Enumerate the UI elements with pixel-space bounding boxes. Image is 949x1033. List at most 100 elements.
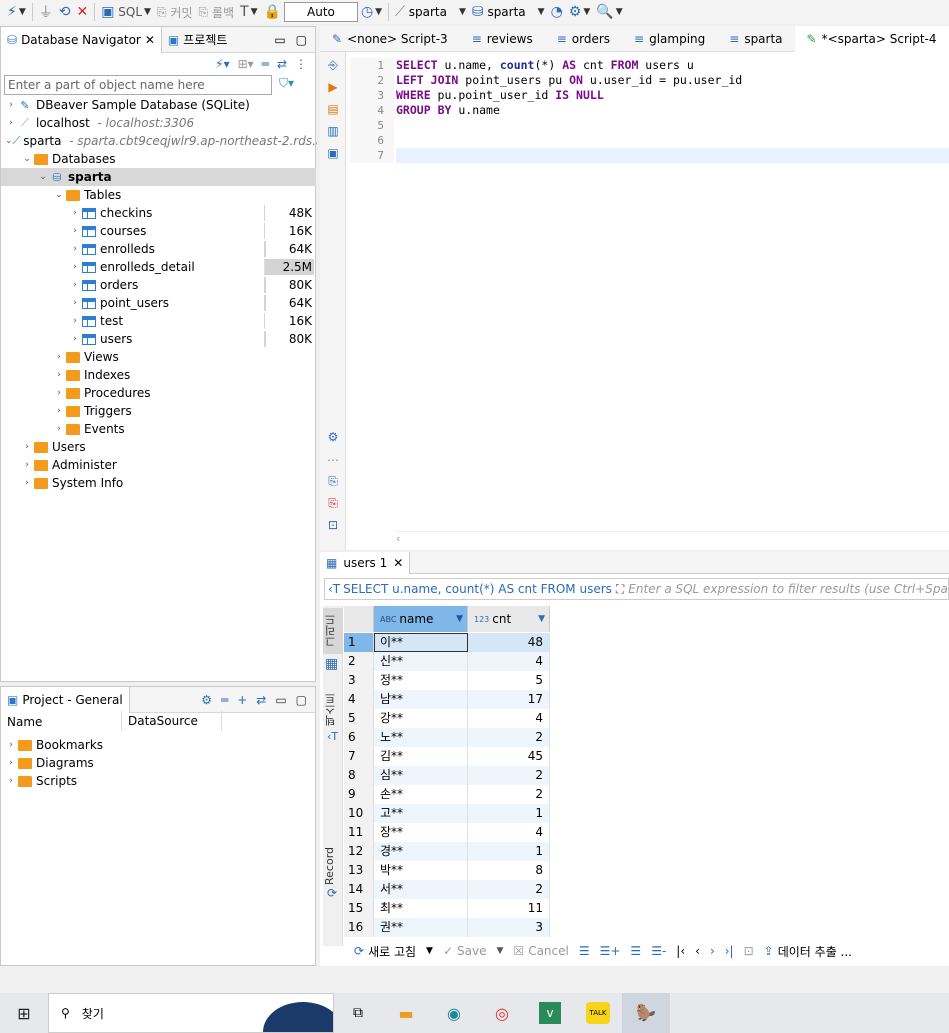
add-row-icon[interactable]: ☰+ <box>600 944 621 958</box>
tab-project[interactable]: ▣ 프로젝트 <box>162 27 234 53</box>
delete-script-icon[interactable]: ⎘ <box>326 496 340 510</box>
transaction-mode-button[interactable]: T ▼ <box>237 2 260 22</box>
windows-start-icon[interactable]: ⊞ <box>0 993 48 1033</box>
cell-name[interactable]: 심** <box>374 766 468 785</box>
column-header-cnt[interactable]: 123 cnt ▼ <box>468 606 550 632</box>
tab-reviews[interactable]: ≡ reviews <box>460 26 545 52</box>
tree-connection-localhost[interactable]: › ⟋ localhost - localhost:3306 <box>5 114 194 132</box>
prev-page-icon[interactable]: ‹ <box>695 944 700 958</box>
chevron-right-icon[interactable]: › <box>5 776 17 786</box>
collapse-all-icon[interactable]: ═ <box>262 57 269 71</box>
row-number[interactable]: 12 <box>344 842 374 861</box>
cell-name[interactable]: 김** <box>374 747 468 766</box>
chevron-down-icon[interactable]: ▼ <box>497 946 504 956</box>
add-icon[interactable]: + <box>237 693 247 707</box>
tree-table-test[interactable]: › test <box>69 312 123 330</box>
cell-cnt[interactable]: 2 <box>468 728 550 747</box>
table-row[interactable]: 7 김** 45 <box>344 747 550 766</box>
chevron-right-icon[interactable]: › <box>53 406 65 416</box>
refresh-button[interactable]: 새로 고침 <box>368 943 416 960</box>
table-row[interactable]: 5 강** 4 <box>344 709 550 728</box>
next-page-icon[interactable]: › <box>710 944 715 958</box>
minimize-icon[interactable]: ▭ <box>275 693 286 707</box>
code-line[interactable]: WHERE pu.point_user_id IS NULL <box>396 88 604 103</box>
tree-events[interactable]: › Events <box>53 420 124 438</box>
cell-cnt[interactable]: 5 <box>468 671 550 690</box>
disconnect-button[interactable]: ✕ <box>74 2 92 22</box>
chrome-icon[interactable]: ◎ <box>478 1004 526 1023</box>
taskbar-search[interactable]: ⚲ 찾기 <box>48 993 334 1033</box>
table-row[interactable]: 16 권** 3 <box>344 918 550 937</box>
cell-name[interactable]: 권** <box>374 918 468 937</box>
close-icon[interactable]: ✕ <box>145 33 155 47</box>
connect-button[interactable]: ⏚ <box>36 2 56 22</box>
kakaotalk-icon[interactable]: TALK <box>574 1002 622 1024</box>
chevron-right-icon[interactable]: › <box>69 226 81 236</box>
cell-cnt[interactable]: 48 <box>468 633 550 652</box>
table-row[interactable]: 13 박** 8 <box>344 861 550 880</box>
dashboard-button[interactable]: ◔ <box>548 2 566 22</box>
cell-name[interactable]: 정** <box>374 671 468 690</box>
cell-name[interactable]: 고** <box>374 804 468 823</box>
chevron-right-icon[interactable]: › <box>5 118 17 128</box>
grid-icon[interactable]: ▦ <box>325 656 338 672</box>
project-item-scripts[interactable]: › Scripts <box>5 772 77 790</box>
tab-users-1[interactable]: ▦ users 1 ✕ <box>320 551 411 574</box>
tree-table-enrolleds_detail[interactable]: › enrolleds_detail <box>69 258 194 276</box>
tab-glamping[interactable]: ≡ glamping <box>622 26 717 52</box>
record-icon[interactable]: ⟳ <box>327 886 337 900</box>
table-row[interactable]: 2 신** 4 <box>344 652 550 671</box>
chevron-right-icon[interactable]: › <box>5 758 17 768</box>
row-number[interactable]: 14 <box>344 880 374 899</box>
project-item-bookmarks[interactable]: › Bookmarks <box>5 736 103 754</box>
row-number[interactable]: 16 <box>344 918 374 937</box>
link-icon[interactable]: ⇄ <box>256 693 266 707</box>
chevron-down-icon[interactable]: ⌄ <box>37 172 49 182</box>
gear-icon[interactable]: ⚙ <box>326 430 340 444</box>
chevron-right-icon[interactable]: › <box>69 208 81 218</box>
tree-views[interactable]: › Views <box>53 348 119 366</box>
cell-cnt[interactable]: 3 <box>468 918 550 937</box>
row-number[interactable]: 8 <box>344 766 374 785</box>
chevron-right-icon[interactable]: › <box>21 460 33 470</box>
chevron-right-icon[interactable]: › <box>69 244 81 254</box>
tree-table-point_users[interactable]: › point_users <box>69 294 169 312</box>
view-record-tab[interactable]: Record <box>323 845 343 887</box>
gear-icon[interactable]: ⚙ <box>201 693 212 707</box>
navigator-search-input[interactable]: Enter a part of object name here <box>4 75 272 95</box>
sort-icon[interactable]: ▼ <box>538 614 545 624</box>
tree-administer[interactable]: › Administer <box>21 456 117 474</box>
cell-cnt[interactable]: 2 <box>468 785 550 804</box>
row-number[interactable]: 10 <box>344 804 374 823</box>
chevron-down-icon[interactable]: ⌄ <box>53 190 65 200</box>
last-page-icon[interactable]: ›| <box>725 944 734 958</box>
row-number[interactable]: 4 <box>344 690 374 709</box>
tab-orders[interactable]: ≡ orders <box>545 26 622 52</box>
cell-cnt[interactable]: 4 <box>468 823 550 842</box>
history-button[interactable]: ◷ ▼ <box>358 2 385 22</box>
variables-icon[interactable]: ⊡ <box>326 518 340 532</box>
export-script-icon[interactable]: ⎘ <box>326 474 340 488</box>
cell-cnt[interactable]: 11 <box>468 899 550 918</box>
active-schema-selector[interactable]: ⛁ sparta ▼ <box>469 2 548 22</box>
tree-indexes[interactable]: › Indexes <box>53 366 130 384</box>
cell-cnt[interactable]: 17 <box>468 690 550 709</box>
cancel-button[interactable]: Cancel <box>528 944 569 958</box>
cell-name[interactable]: 서** <box>374 880 468 899</box>
table-row[interactable]: 15 최** 11 <box>344 899 550 918</box>
row-number[interactable]: 7 <box>344 747 374 766</box>
minimize-icon[interactable]: ▭ <box>274 33 285 47</box>
edit-row-icon[interactable]: ☰ <box>579 944 590 958</box>
chevron-right-icon[interactable]: › <box>53 388 65 398</box>
cell-name[interactable]: 남** <box>374 690 468 709</box>
table-row[interactable]: 10 고** 1 <box>344 804 550 823</box>
cell-cnt[interactable]: 4 <box>468 709 550 728</box>
chevron-right-icon[interactable]: › <box>53 352 65 362</box>
cell-cnt[interactable]: 2 <box>468 766 550 785</box>
table-row[interactable]: 8 심** 2 <box>344 766 550 785</box>
code-line[interactable]: GROUP BY u.name <box>396 103 500 118</box>
chevron-right-icon[interactable]: › <box>53 424 65 434</box>
chevron-right-icon[interactable]: › <box>69 280 81 290</box>
cell-cnt[interactable]: 1 <box>468 842 550 861</box>
project-item-diagrams[interactable]: › Diagrams <box>5 754 94 772</box>
